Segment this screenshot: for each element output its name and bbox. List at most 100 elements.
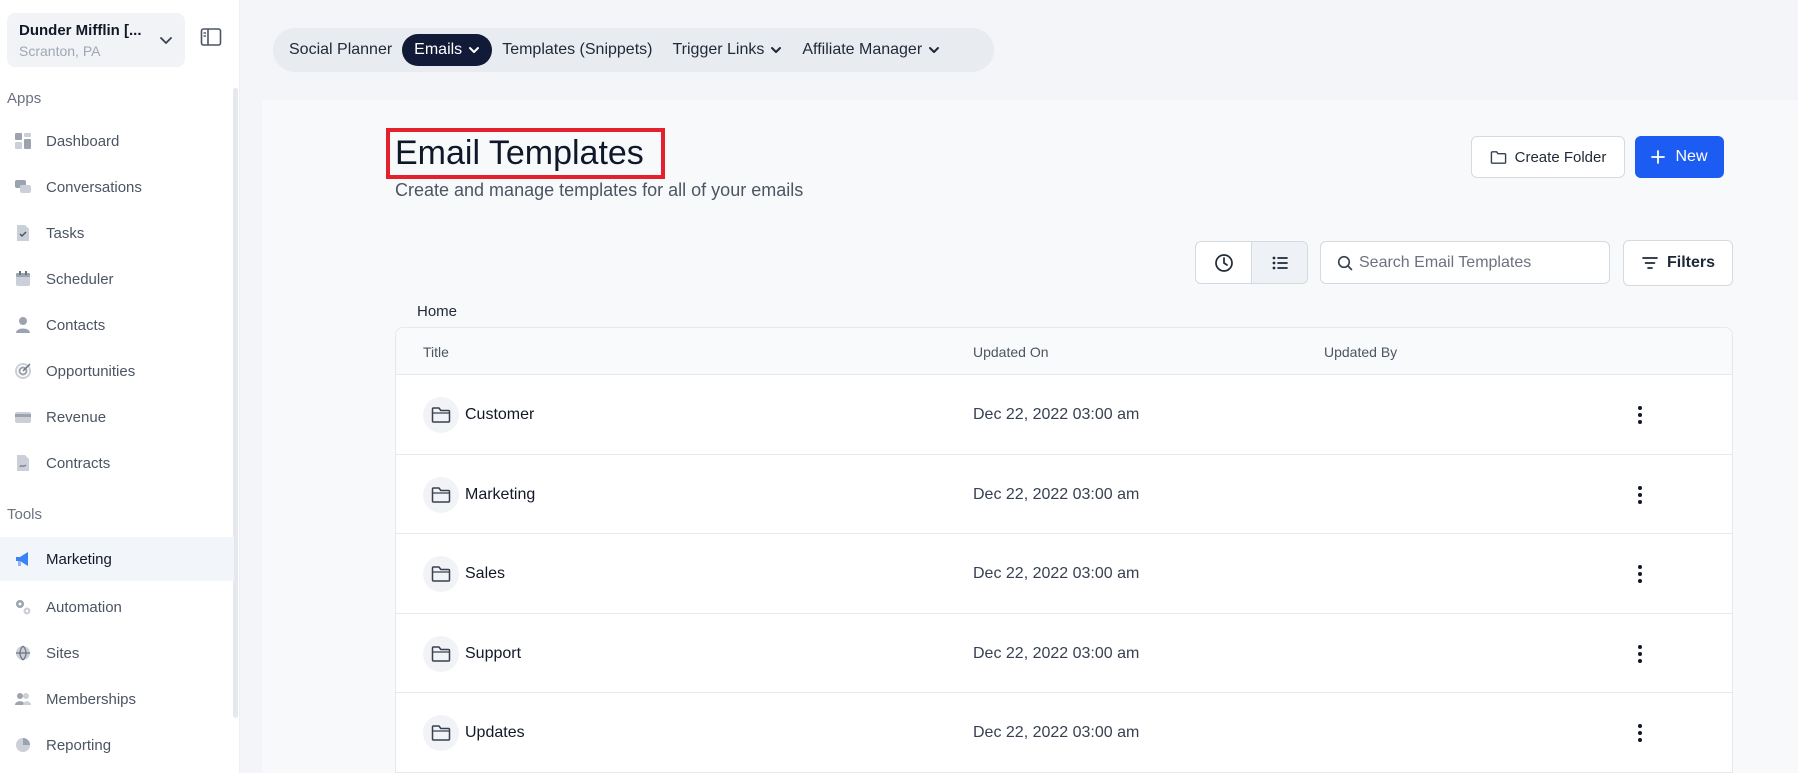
table-row[interactable]: Updates Dec 22, 2022 03:00 am [396,693,1732,773]
sidebar-item-dashboard[interactable]: Dashboard [0,119,234,163]
sidebar-item-label: Conversations [46,178,142,196]
tab-templates-snippets[interactable]: Templates (Snippets) [492,34,662,66]
account-location: Scranton, PA [19,43,101,59]
row-updated-on: Dec 22, 2022 03:00 am [973,485,1140,503]
row-title[interactable]: Sales [465,565,505,583]
account-name: Dunder Mifflin [... [19,22,142,39]
column-header-updated-by[interactable]: Updated By [1324,344,1397,360]
tab-label: Social Planner [289,41,393,58]
tab-affiliate-manager[interactable]: Affiliate Manager [792,34,950,66]
row-title[interactable]: Customer [465,406,534,424]
column-header-updated-on[interactable]: Updated On [973,344,1049,360]
sidebar-item-contracts[interactable]: Contracts [0,441,234,485]
filters-label: Filters [1666,254,1715,271]
row-updated-on: Dec 22, 2022 03:00 am [973,644,1140,662]
sidebar-item-memberships[interactable]: Memberships [0,677,234,721]
tab-social-planner[interactable]: Social Planner [279,34,402,66]
sidebar-item-marketing[interactable]: Marketing [0,537,234,581]
row-updated-on: Dec 22, 2022 03:00 am [973,724,1140,741]
globe-icon [12,642,34,664]
row-title[interactable]: Updates [465,724,525,742]
chevron-down-icon [160,37,172,44]
table-header: Title Updated On Updated By [396,328,1732,375]
more-options-icon[interactable] [1628,562,1652,586]
page-subtitle: Create and manage templates for all of y… [395,180,804,200]
list-icon [1272,256,1288,269]
row-title[interactable]: Support [465,645,521,663]
clock-icon [1214,253,1233,272]
create-folder-label: Create Folder [1514,148,1607,166]
sidebar-item-scheduler[interactable]: Scheduler [0,257,234,301]
page-title: Email Templates [395,134,644,172]
chevron-down-icon [771,47,782,53]
chevron-down-icon [929,47,940,53]
dashboard-icon [12,130,34,152]
sidebar-collapse-icon[interactable] [199,25,223,49]
tab-label: Trigger Links [672,41,765,58]
person-icon [12,314,34,336]
gears-icon [12,596,34,618]
table-row[interactable]: Support Dec 22, 2022 03:00 am [396,614,1732,693]
sidebar-item-conversations[interactable]: Conversations [0,165,234,209]
search-input[interactable] [1359,253,1599,272]
sidebar-item-contacts[interactable]: Contacts [0,303,234,347]
row-updated-on: Dec 22, 2022 03:00 am [973,565,1140,582]
top-tab-bar: Social Planner Emails Templates (Snippet… [273,28,994,72]
more-options-icon[interactable] [1628,403,1652,427]
sidebar-item-label: Opportunities [46,362,136,380]
templates-table: Title Updated On Updated By Customer Dec… [395,327,1733,773]
people-icon [12,688,34,710]
sidebar-item-revenue[interactable]: Revenue [0,395,234,439]
folder-icon [423,635,459,672]
folder-icon [1490,150,1506,164]
sidebar-item-opportunities[interactable]: Opportunities [0,349,234,393]
tools-section-label: Tools [7,506,43,523]
row-updated-on: Dec 22, 2022 03:00 am [973,406,1140,423]
sidebar-item-label: Reporting [46,736,112,754]
task-icon [12,222,34,244]
table-row[interactable]: Sales Dec 22, 2022 03:00 am [396,534,1732,614]
account-switcher[interactable]: Dunder Mifflin [... Scranton, PA [7,13,185,67]
sidebar-item-label: Revenue [46,408,107,426]
more-options-icon[interactable] [1628,642,1652,666]
sidebar-item-sites[interactable]: Sites [0,631,234,675]
create-folder-button[interactable]: Create Folder [1471,136,1625,178]
sidebar-item-reporting[interactable]: Reporting [0,723,234,767]
document-icon [12,452,34,474]
sidebar-item-label: Automation [46,598,122,616]
more-options-icon[interactable] [1628,483,1652,507]
tab-label: Templates (Snippets) [502,41,653,58]
more-options-icon[interactable] [1628,721,1652,745]
sidebar-item-label: Memberships [46,690,137,708]
table-row[interactable]: Marketing Dec 22, 2022 03:00 am [396,455,1732,534]
recent-view-button[interactable] [1196,242,1251,283]
chevron-down-icon [469,47,480,53]
filters-button[interactable]: Filters [1623,240,1733,286]
sidebar-item-automation[interactable]: Automation [0,585,234,629]
sidebar-item-label: Dashboard [46,132,120,150]
tab-emails[interactable]: Emails [402,34,493,66]
megaphone-icon [12,548,34,570]
new-label: New [1675,148,1708,165]
filter-icon [1642,257,1658,269]
sidebar-item-tasks[interactable]: Tasks [0,211,234,255]
tab-trigger-links[interactable]: Trigger Links [662,34,792,66]
sidebar-item-label: Contacts [46,316,106,334]
view-toggle [1195,241,1308,284]
plus-icon [1651,150,1666,164]
sidebar-item-label: Marketing [46,550,112,568]
row-title[interactable]: Marketing [465,486,535,504]
tab-label: Affiliate Manager [802,41,923,58]
search-box [1320,241,1610,284]
target-icon [12,360,34,382]
apps-section-label: Apps [7,90,42,107]
sidebar-item-label: Scheduler [46,270,114,288]
new-button[interactable]: New [1635,136,1724,178]
table-row[interactable]: Customer Dec 22, 2022 03:00 am [396,375,1732,455]
list-view-button[interactable] [1251,242,1307,283]
chat-icon [12,176,34,198]
column-header-title[interactable]: Title [423,344,449,360]
calendar-icon [12,268,34,290]
credit-card-icon [12,406,34,428]
breadcrumb-home[interactable]: Home [417,303,457,320]
